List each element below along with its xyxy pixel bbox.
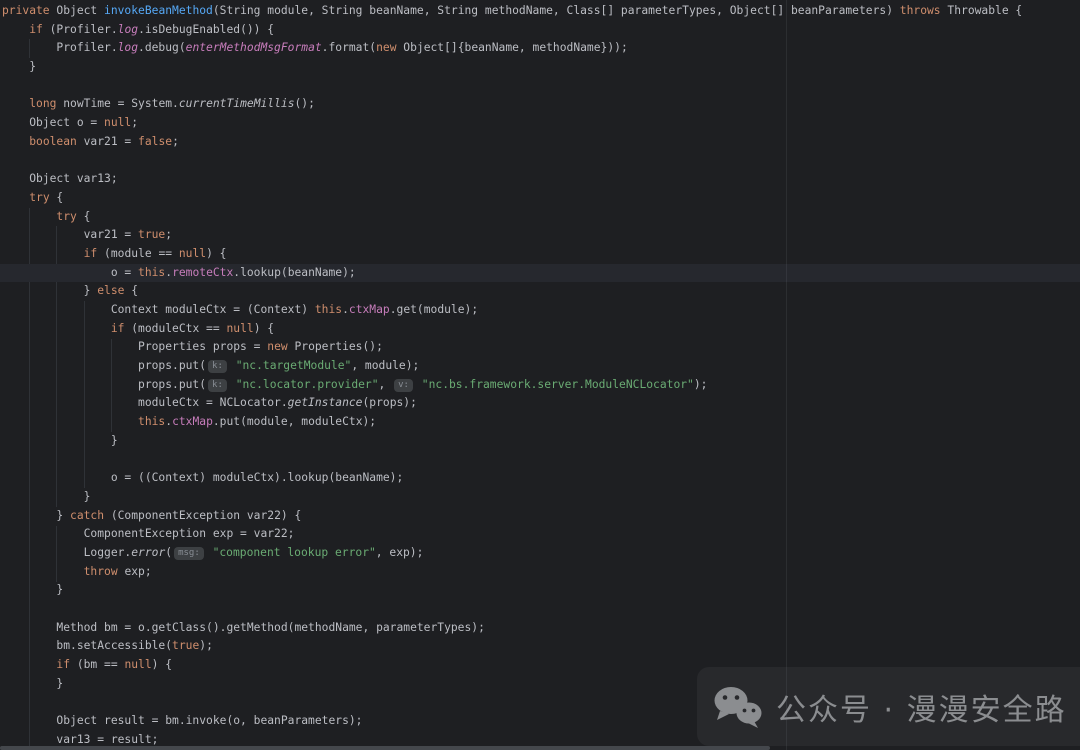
code-line: ComponentException exp = var22; xyxy=(0,525,1080,544)
code-area: private Object invokeBeanMethod(String m… xyxy=(0,0,1080,750)
code-line: if (Profiler.log.isDebugEnabled()) { xyxy=(0,21,1080,40)
column-guide xyxy=(786,0,787,750)
code-line: o = this.remoteCtx.lookup(beanName); xyxy=(0,264,1080,283)
wechat-icon xyxy=(712,685,764,729)
code-line: Method bm = o.getClass().getMethod(metho… xyxy=(0,619,1080,638)
code-line: } xyxy=(0,432,1080,451)
code-line xyxy=(0,77,1080,96)
code-line: props.put(k: "nc.targetModule", module); xyxy=(0,357,1080,376)
watermark-text: 公众号 · 漫漫安全路 xyxy=(776,685,1067,729)
code-line: if (module == null) { xyxy=(0,245,1080,264)
code-line: Profiler.log.debug(enterMethodMsgFormat.… xyxy=(0,39,1080,58)
code-line: } else { xyxy=(0,282,1080,301)
code-line xyxy=(0,152,1080,171)
inlay-hint: k: xyxy=(208,379,227,392)
watermark-badge: 公众号 · 漫漫安全路 xyxy=(697,667,1080,746)
code-line: props.put(k: "nc.locator.provider", v: "… xyxy=(0,376,1080,395)
code-line: Object o = null; xyxy=(0,114,1080,133)
code-line: try { xyxy=(0,189,1080,208)
code-line: moduleCtx = NCLocator.getInstance(props)… xyxy=(0,394,1080,413)
code-line: long nowTime = System.currentTimeMillis(… xyxy=(0,95,1080,114)
code-line: Properties props = new Properties(); xyxy=(0,338,1080,357)
code-line: try { xyxy=(0,208,1080,227)
code-line: boolean var21 = false; xyxy=(0,133,1080,152)
code-line: } xyxy=(0,58,1080,77)
inlay-hint: msg: xyxy=(174,547,204,560)
code-line: this.ctxMap.put(module, moduleCtx); xyxy=(0,413,1080,432)
code-line: } xyxy=(0,581,1080,600)
code-line xyxy=(0,451,1080,470)
code-line: Object var13; xyxy=(0,170,1080,189)
code-line: Context moduleCtx = (Context) this.ctxMa… xyxy=(0,301,1080,320)
code-line: Logger.error(msg: "component lookup erro… xyxy=(0,544,1080,563)
code-editor[interactable]: private Object invokeBeanMethod(String m… xyxy=(0,0,1080,750)
code-line: o = ((Context) moduleCtx).lookup(beanNam… xyxy=(0,469,1080,488)
horizontal-scrollbar-thumb[interactable] xyxy=(0,746,770,750)
code-line: } xyxy=(0,488,1080,507)
code-line xyxy=(0,600,1080,619)
code-line: bm.setAccessible(true); xyxy=(0,637,1080,656)
code-line: var21 = true; xyxy=(0,226,1080,245)
code-line: if (moduleCtx == null) { xyxy=(0,320,1080,339)
code-line: throw exp; xyxy=(0,563,1080,582)
inlay-hint: k: xyxy=(208,360,227,373)
code-line: } catch (ComponentException var22) { xyxy=(0,507,1080,526)
code-line: private Object invokeBeanMethod(String m… xyxy=(0,2,1080,21)
inlay-hint: v: xyxy=(394,379,413,392)
